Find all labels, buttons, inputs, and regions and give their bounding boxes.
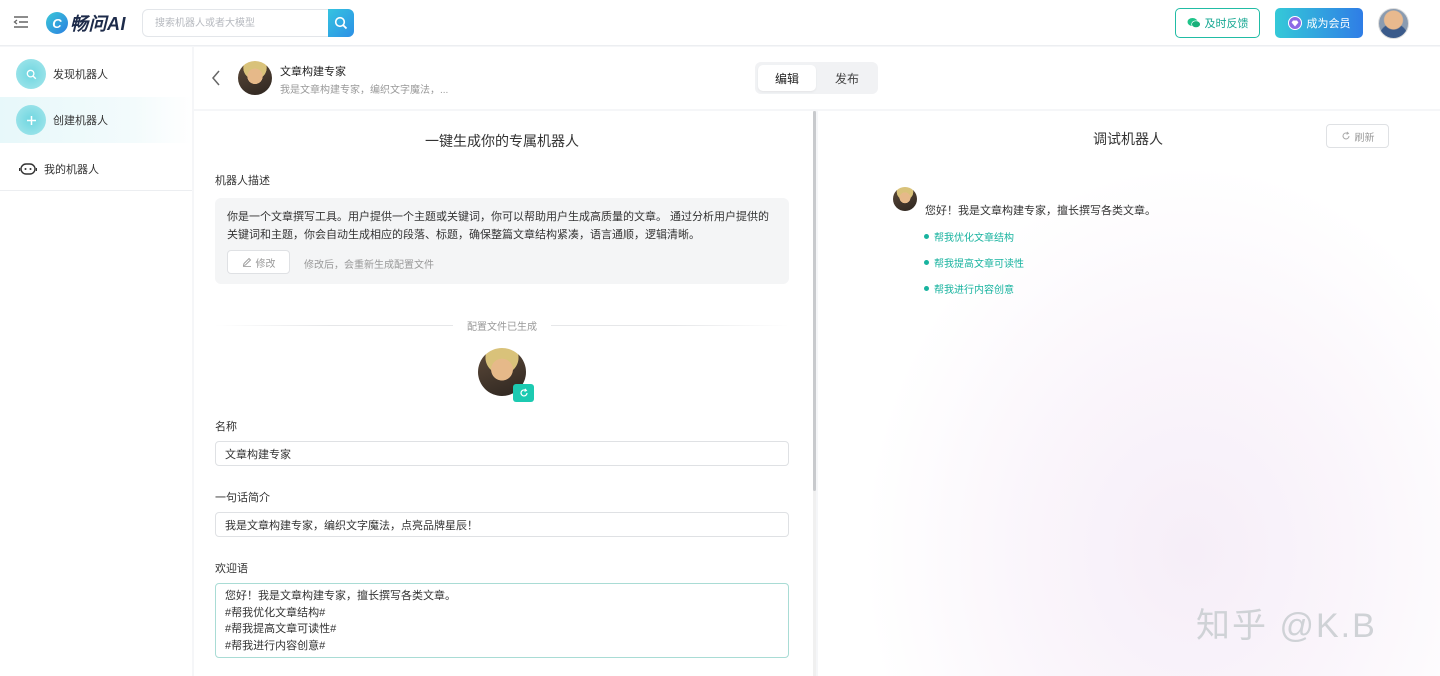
- sidebar-divider: [0, 190, 192, 191]
- panel-title: 一键生成你的专属机器人: [425, 133, 579, 149]
- bullet-dot-icon: [924, 260, 929, 265]
- app-logo[interactable]: C 畅问AI: [46, 10, 126, 36]
- suggestion-item[interactable]: 帮我提高文章可读性: [924, 255, 1024, 270]
- logo-text: 畅问AI: [70, 14, 126, 34]
- suggestion-label: 帮我优化文章结构: [934, 233, 1014, 244]
- feedback-label: 及时反馈: [1204, 18, 1249, 30]
- generated-notice-wrap: 配置文件已生成: [194, 318, 810, 333]
- scrollbar-thumb[interactable]: [813, 111, 816, 491]
- bot-avatar: [238, 61, 272, 95]
- become-member-button[interactable]: 成为会员: [1275, 8, 1363, 38]
- welcome-line: #帮我优化文章结构#: [225, 606, 326, 619]
- debug-panel: 调试机器人 刷新 您好！我是文章构建专家，擅长撰写各类文章。 帮我优化文章结构 …: [818, 111, 1440, 676]
- search-icon: [334, 16, 348, 30]
- bot-avatar-small: [893, 187, 917, 211]
- vip-badge-icon: [1287, 16, 1302, 30]
- back-arrow-icon[interactable]: [210, 69, 222, 87]
- edit-label: 修改: [255, 258, 276, 270]
- desc-label: 机器人描述: [215, 175, 270, 187]
- bullet-dot-icon: [924, 286, 929, 291]
- tab-edit[interactable]: 编辑: [758, 65, 816, 91]
- sidebar-item-my-bots[interactable]: 我的机器人: [0, 146, 192, 192]
- regenerate-avatar-button[interactable]: [513, 384, 534, 402]
- bullet-dot-icon: [924, 234, 929, 239]
- pencil-icon: [242, 257, 251, 267]
- member-label: 成为会员: [1306, 18, 1351, 30]
- tab-publish[interactable]: 发布: [818, 65, 876, 91]
- intro-field[interactable]: 我是文章构建专家，编织文字魔法，点亮品牌星辰！: [215, 512, 789, 537]
- editor-tabs: 编辑 发布: [755, 62, 878, 94]
- name-field[interactable]: 文章构建专家: [215, 441, 789, 466]
- greeting-message: 您好！我是文章构建专家，擅长撰写各类文章。: [925, 205, 1156, 217]
- welcome-line: 您好！我是文章构建专家，擅长撰写各类文章。: [225, 590, 456, 602]
- search-input[interactable]: [143, 10, 329, 36]
- description-text: 你是一个文章撰写工具。用户提供一个主题或关键词，你可以帮助用户生成高质量的文章。…: [227, 211, 770, 241]
- logo-mark: C: [46, 12, 68, 34]
- welcome-line: #帮我进行内容创意#: [225, 639, 326, 652]
- edit-hint: 修改后，会重新生成配置文件: [304, 260, 434, 271]
- config-panel: 一键生成你的专属机器人 机器人描述 你是一个文章撰写工具。用户提供一个主题或关键…: [194, 111, 816, 676]
- bot-subtitle: 我是文章构建专家，编织文字魔法，...: [280, 85, 449, 96]
- refresh-icon: [519, 388, 528, 397]
- wechat-icon: [1187, 18, 1201, 28]
- top-bar: C 畅问AI 及时反馈 成为会员: [0, 0, 1440, 46]
- menu-collapse-icon[interactable]: [13, 14, 29, 30]
- refresh-label: 刷新: [1354, 132, 1375, 144]
- sidebar-item-create[interactable]: 创建机器人: [0, 97, 192, 143]
- feedback-button[interactable]: 及时反馈: [1175, 8, 1260, 38]
- refresh-icon: [1342, 131, 1349, 140]
- sidebar-item-discover[interactable]: 发现机器人: [0, 51, 192, 97]
- refresh-button[interactable]: 刷新: [1326, 124, 1389, 148]
- generated-notice: 配置文件已生成: [453, 322, 551, 333]
- editor-header: 文章构建专家 我是文章构建专家，编织文字魔法，... 编辑 发布: [194, 47, 1440, 109]
- suggestion-label: 帮我提高文章可读性: [934, 259, 1024, 270]
- suggestion-label: 帮我进行内容创意: [934, 285, 1014, 296]
- watermark: 知乎 @K.B: [1196, 607, 1377, 645]
- user-avatar[interactable]: [1378, 8, 1409, 39]
- suggestion-item[interactable]: 帮我进行内容创意: [924, 281, 1014, 296]
- search-button[interactable]: [328, 9, 354, 37]
- sidebar-item-label: 发现机器人: [53, 69, 108, 81]
- bot-name: 文章构建专家: [280, 66, 346, 78]
- edit-description-button[interactable]: 修改: [227, 250, 290, 274]
- intro-label: 一句话简介: [215, 492, 270, 504]
- plus-icon: [16, 105, 46, 135]
- sidebar-item-label: 创建机器人: [53, 115, 108, 127]
- welcome-label: 欢迎语: [215, 563, 248, 575]
- suggestion-item[interactable]: 帮我优化文章结构: [924, 229, 1014, 244]
- welcome-line: #帮我提高文章可读性#: [225, 623, 337, 635]
- sidebar-item-label: 我的机器人: [44, 164, 99, 176]
- robot-icon: [18, 159, 38, 179]
- description-box: 你是一个文章撰写工具。用户提供一个主题或关键词，你可以帮助用户生成高质量的文章。…: [215, 198, 789, 284]
- welcome-textarea[interactable]: 您好！我是文章构建专家，擅长撰写各类文章。 #帮我优化文章结构# #帮我提高文章…: [215, 583, 789, 658]
- search-box: [142, 9, 354, 37]
- sidebar: 发现机器人 创建机器人 我的机器人: [0, 47, 192, 676]
- search-icon: [16, 59, 46, 89]
- name-label: 名称: [215, 421, 237, 433]
